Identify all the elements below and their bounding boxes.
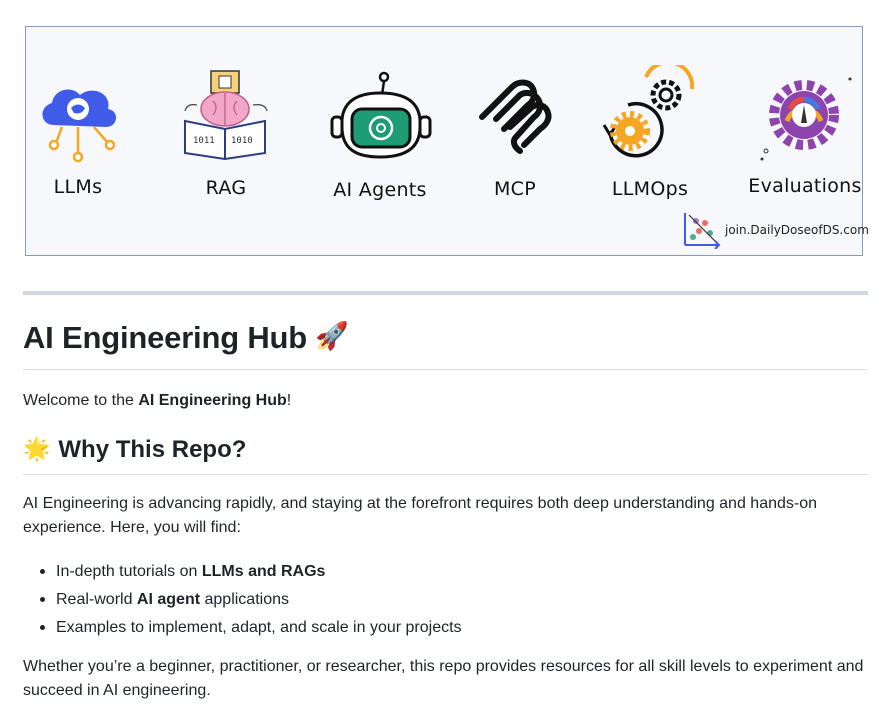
- bullet-dot: [40, 625, 45, 630]
- list-item-bold: AI agent: [136, 591, 201, 608]
- banner-label-evaluations: Evaluations: [748, 175, 862, 197]
- welcome-bold: AI Engineering Hub: [138, 392, 287, 409]
- welcome-text: Welcome to the AI Engineering Hub!: [23, 389, 873, 413]
- banner-label-ai-agents: AI Agents: [333, 179, 427, 201]
- watermark-text: join.DailyDoseofDS.com: [725, 223, 869, 237]
- list-item: Real-world AI agent applications: [23, 586, 462, 614]
- list-item-pre: Real-world: [56, 591, 137, 608]
- why-closing: Whether you’re a beginner, practitioner,…: [23, 658, 864, 699]
- star-icon: 🌟: [23, 436, 51, 461]
- list-item: In-depth tutorials on LLMs and RAGs: [23, 558, 462, 586]
- robot-icon: [328, 71, 432, 163]
- banner-label-llms: LLMs: [53, 176, 103, 198]
- gears-cycle-icon: [600, 65, 700, 161]
- bullet-dot: [40, 597, 45, 602]
- list-item-post: applications: [200, 591, 289, 608]
- watermark: join.DailyDoseofDS.com: [681, 211, 869, 249]
- list-item-pre: Examples to implement, adapt, and scale …: [56, 619, 462, 636]
- why-intro: AI Engineering is advancing rapidly, and…: [23, 495, 818, 536]
- welcome-suffix: !: [286, 392, 292, 409]
- gauge-gear-icon: [756, 75, 852, 165]
- banner-label-mcp: MCP: [493, 178, 537, 200]
- why-heading: 🌟 Why This Repo?: [23, 436, 868, 475]
- section-divider: [23, 291, 868, 295]
- bullet-dot: [40, 569, 45, 574]
- list-item-pre: In-depth tutorials on: [56, 563, 202, 580]
- welcome-prefix: Welcome to the: [23, 392, 139, 409]
- banner-label-rag: RAG: [205, 177, 247, 199]
- why-heading-text: Why This Repo?: [58, 436, 247, 463]
- brain-book-icon: 1011 1010: [179, 69, 273, 161]
- hero-banner: LLMs 1011 1010 RAG AI Agents MCP LLMOps …: [25, 26, 869, 256]
- rocket-icon: 🚀: [315, 321, 349, 351]
- page-title-text: AI Engineering Hub: [23, 320, 308, 355]
- feature-list: In-depth tutorials on LLMs and RAGs Real…: [23, 558, 462, 642]
- list-item: Examples to implement, adapt, and scale …: [23, 614, 462, 642]
- cloud-whale-icon: [34, 77, 124, 167]
- svg-text:1011: 1011: [193, 136, 215, 146]
- list-item-bold: LLMs and RAGs: [201, 563, 326, 580]
- svg-text:1010: 1010: [231, 136, 253, 146]
- mcp-logo-icon: [476, 79, 554, 163]
- scatter-plot-icon: [684, 213, 721, 249]
- page-title: AI Engineering Hub 🚀: [23, 320, 868, 370]
- banner-label-llmops: LLMOps: [611, 178, 689, 200]
